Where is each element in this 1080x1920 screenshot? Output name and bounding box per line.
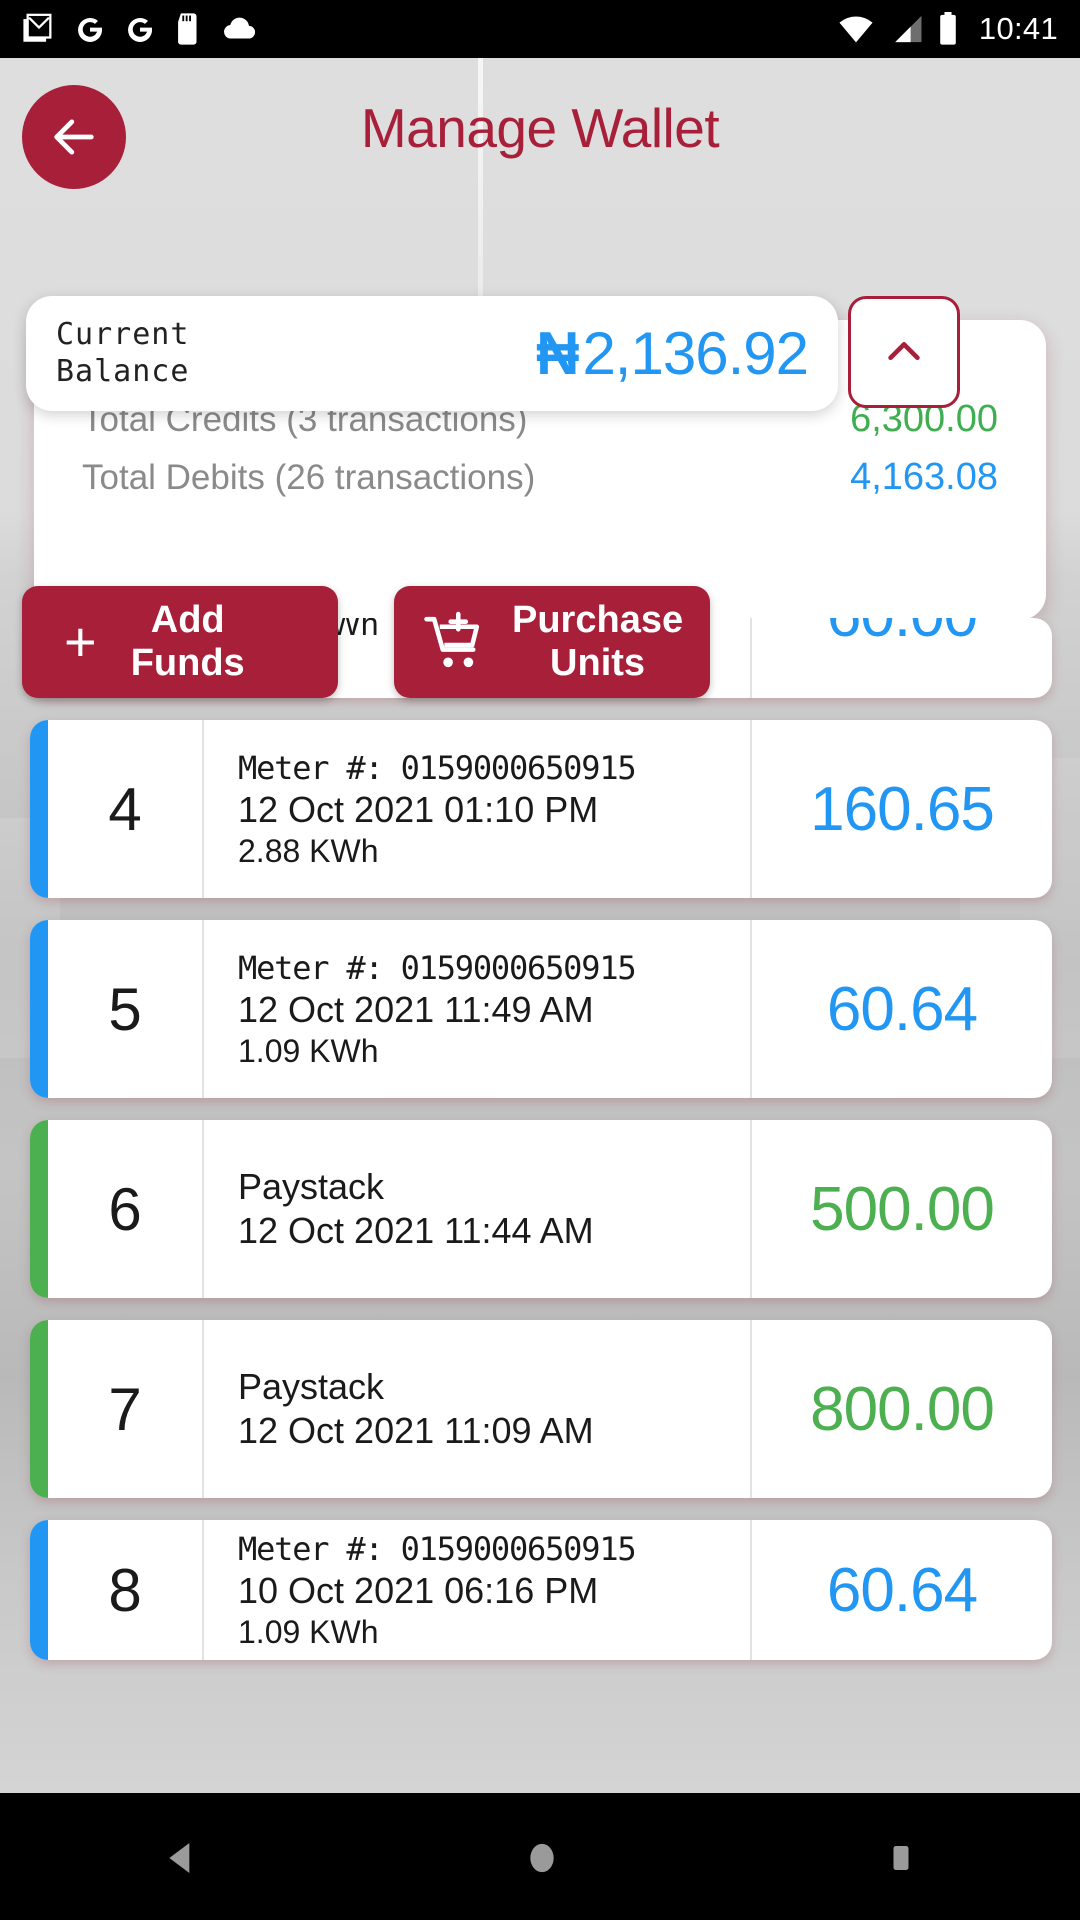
- transaction-details: Meter #: 0159000650915 12 Oct 2021 11:49…: [202, 920, 752, 1098]
- transaction-index: 5: [108, 975, 142, 1043]
- transaction-meter: Meter #: 0159000650915: [238, 1529, 637, 1568]
- transaction-type-stripe: [30, 920, 48, 1098]
- transaction-kwh: 1.09 KWh: [238, 1613, 379, 1650]
- balance-label-line1: Current: [56, 316, 190, 352]
- transaction-type-stripe: [30, 1120, 48, 1298]
- wallet-actions: + Add Funds Purchase Units: [22, 586, 1062, 704]
- transaction-amount: 60.64: [752, 1520, 1052, 1660]
- transaction-amount-value: 60.64: [826, 1555, 978, 1625]
- chevron-up-icon: [888, 342, 920, 361]
- table-row[interactable]: 5 Meter #: 0159000650915 12 Oct 2021 11:…: [30, 920, 1052, 1098]
- transaction-kwh: 1.09 KWh: [238, 1032, 379, 1069]
- gmail-icon: [23, 13, 52, 42]
- transaction-type-stripe: [30, 1320, 48, 1498]
- transaction-type-stripe: [30, 1520, 48, 1660]
- table-row[interactable]: 8 Meter #: 0159000650915 10 Oct 2021 06:…: [30, 1520, 1052, 1660]
- current-balance-amount: ₦2,136.92: [536, 319, 809, 388]
- total-debits-value: 4,163.08: [850, 456, 998, 498]
- transaction-index: 6: [108, 1175, 142, 1243]
- transaction-date: 12 Oct 2021 11:09 AM: [238, 1410, 594, 1451]
- transaction-meter: Meter #: 0159000650915: [238, 748, 637, 787]
- transaction-kwh: 2.88 KWh: [238, 832, 379, 869]
- transaction-amount: 800.00: [752, 1320, 1052, 1498]
- add-funds-line1: Add: [150, 599, 225, 642]
- google-icon: [128, 17, 153, 42]
- purchase-units-button[interactable]: Purchase Units: [394, 586, 710, 698]
- transaction-details: Meter #: 0159000650915 10 Oct 2021 06:16…: [202, 1520, 752, 1660]
- transaction-amount: 160.65: [752, 720, 1052, 898]
- app-screen: Manage Wallet Total Credits (3 transacti…: [0, 58, 1080, 1793]
- purchase-units-line1: Purchase: [512, 599, 684, 642]
- plus-icon: +: [64, 610, 97, 673]
- transaction-index: 4: [108, 775, 142, 843]
- google-icon: [78, 17, 103, 42]
- nav-recents-square-icon[interactable]: [883, 1837, 919, 1879]
- transaction-amount-value: 60.64: [826, 974, 978, 1044]
- sd-card-icon: [178, 13, 197, 45]
- battery-icon: [940, 12, 956, 45]
- add-funds-label: Add Funds: [131, 599, 245, 684]
- transaction-source: Paystack: [238, 1166, 385, 1207]
- transaction-amount: 500.00: [752, 1120, 1052, 1298]
- current-balance-card[interactable]: Current Balance ₦2,136.92: [26, 296, 838, 411]
- purchase-units-line2: Units: [550, 642, 646, 684]
- cloud-icon: [224, 17, 256, 39]
- wifi-icon: [839, 16, 873, 43]
- app-header: Manage Wallet: [0, 58, 1080, 218]
- transaction-index: 7: [108, 1375, 142, 1443]
- cart-plus-icon: [424, 611, 480, 668]
- status-bar-clock: 10:41: [978, 11, 1058, 46]
- transaction-index: 8: [108, 1556, 142, 1624]
- status-bar: 10:41: [0, 0, 1080, 58]
- nav-back-triangle-icon[interactable]: [161, 1837, 201, 1879]
- status-bar-left-icons: [22, 12, 258, 46]
- transaction-amount: 60.64: [752, 920, 1052, 1098]
- add-funds-line2: Funds: [130, 642, 245, 684]
- transaction-details: Meter #: 0159000650915 12 Oct 2021 01:10…: [202, 720, 752, 898]
- transaction-amount-value: 800.00: [810, 1374, 995, 1444]
- page-title: Manage Wallet: [360, 97, 720, 159]
- table-row[interactable]: 4 Meter #: 0159000650915 12 Oct 2021 01:…: [30, 720, 1052, 898]
- naira-symbol: ₦: [536, 320, 579, 387]
- transaction-type-stripe: [30, 720, 48, 898]
- collapse-summary-button[interactable]: [848, 296, 960, 408]
- transaction-amount-value: 160.65: [810, 774, 995, 844]
- total-debits-row: Total Debits (26 transactions) 4,163.08: [82, 456, 998, 499]
- transaction-meter: Meter #: 0159000650915: [238, 948, 637, 987]
- table-row[interactable]: 6 Paystack 12 Oct 2021 11:44 AM 500.00: [30, 1120, 1052, 1298]
- transaction-date: 10 Oct 2021 06:16 PM: [238, 1569, 599, 1611]
- transaction-date: 12 Oct 2021 11:49 AM: [238, 988, 594, 1030]
- android-navigation-bar: [0, 1795, 1080, 1920]
- transaction-details: Paystack 12 Oct 2021 11:44 AM: [202, 1120, 752, 1298]
- nav-home-circle-icon[interactable]: [522, 1837, 562, 1879]
- transaction-source: Paystack: [238, 1366, 385, 1407]
- transaction-amount-value: 500.00: [810, 1174, 995, 1244]
- table-row[interactable]: 7 Paystack 12 Oct 2021 11:09 AM 800.00: [30, 1320, 1052, 1498]
- total-debits-label: Total Debits (26 transactions): [82, 457, 536, 497]
- balance-value: 2,136.92: [582, 320, 809, 387]
- purchase-units-label: Purchase Units: [512, 599, 683, 684]
- transaction-date: 12 Oct 2021 11:44 AM: [238, 1210, 594, 1251]
- signal-icon: [895, 15, 922, 43]
- transaction-details: Paystack 12 Oct 2021 11:09 AM: [202, 1320, 752, 1498]
- balance-label-line2: Balance: [56, 353, 190, 389]
- add-funds-button[interactable]: + Add Funds: [22, 586, 338, 698]
- transaction-list[interactable]: 1.00 KWh 60.00 4 Meter #: 0159000650915 …: [0, 618, 1080, 1793]
- current-balance-label: Current Balance: [56, 317, 189, 390]
- status-bar-right-icons: 10:41: [837, 11, 1058, 47]
- transaction-date: 12 Oct 2021 01:10 PM: [238, 788, 599, 830]
